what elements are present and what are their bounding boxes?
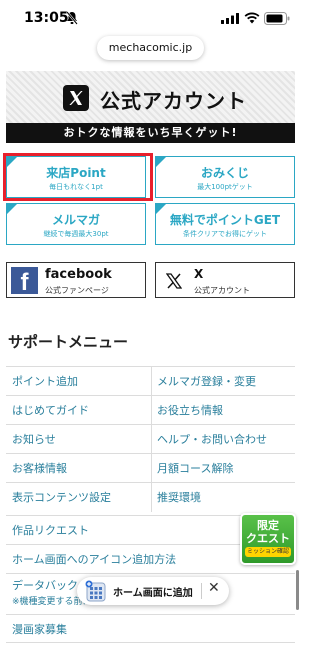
menu-row: ポイント追加 メルマガ登録・変更 [6,366,295,396]
add-to-home-toast[interactable]: ホーム画面に追加 ✕ [77,577,229,605]
divider [151,425,152,454]
url-bar[interactable]: mechacomic.jp [97,36,204,60]
menu-link-beginner-guide[interactable]: はじめてガイド [12,396,148,425]
menu-link-useful-info[interactable]: お役立ち情報 [157,396,293,425]
promo-mailmag-button[interactable]: メルマガ 継続で毎週最大30pt [6,203,146,245]
menu-link-recommended-env[interactable]: 推奨環境 [157,483,293,512]
promo-subtitle: 継続で毎週最大30pt [43,230,109,238]
x-logo-icon [166,273,182,289]
quest-mission-label: ミッション確認 [245,547,291,557]
status-time: 13:05 [24,10,69,26]
close-icon[interactable]: ✕ [208,580,220,596]
home-screen-app-icon [85,580,106,602]
support-menu-grid: ポイント追加 メルマガ登録・変更 はじめてガイド お役立ち情報 お知らせ ヘルプ… [6,366,295,512]
menu-row: はじめてガイド お役立ち情報 [6,395,295,425]
quest-line2: クエスト [246,532,290,545]
menu-row: 表示コンテンツ設定 推奨環境 [6,482,295,512]
menu-link-customer-info[interactable]: お客様情報 [12,454,148,483]
promo-title: メルマガ [51,213,100,227]
menu-row: お客様情報 月額コース解除 [6,453,295,483]
divider [151,483,152,512]
promo-subtitle: 条件クリアでお得にゲット [183,230,267,238]
divider [151,454,152,483]
x-account-banner[interactable]: 公式アカウント おトクな情報をいち早くゲット! [6,71,295,143]
wifi-icon [244,12,260,24]
promo-subtitle: 最大100ptゲット [197,183,253,191]
x-subtitle: 公式アカウント [194,286,250,295]
menu-link-mailmag-settings[interactable]: メルマガ登録・変更 [157,367,293,396]
cellular-signal-icon [221,13,239,24]
highlight-box [3,153,153,201]
promo-omikuji-button[interactable]: おみくじ 最大100ptゲット [155,156,295,198]
divider [201,583,202,599]
promo-title: おみくじ [200,166,249,180]
toast-text: ホーム画面に追加 [113,588,193,599]
menu-link-news[interactable]: お知らせ [12,425,148,454]
battery-icon [264,12,290,25]
divider [151,367,152,396]
promo-free-point-button[interactable]: 無料でポイントGET 条件クリアでお得にゲット [155,203,295,245]
x-account-link[interactable]: X 公式アカウント [155,262,295,298]
status-bar: 13:05 [0,0,301,40]
support-menu-heading: サポートメニュー [8,333,129,351]
banner-title: 公式アカウント [100,89,247,113]
promo-title: 無料でポイントGET [169,213,281,227]
menu-link-help-contact[interactable]: ヘルプ・お問い合わせ [157,425,293,454]
banner-subtitle: おトクな情報をいち早くゲット! [6,123,295,143]
menu-link-point-add[interactable]: ポイント追加 [12,367,148,396]
facebook-link[interactable]: f facebook 公式ファンページ [6,262,146,298]
limited-quest-badge[interactable]: 限定 クエスト ミッション確認 [240,513,296,565]
facebook-name: facebook [45,267,112,282]
facebook-icon: f [11,267,38,296]
menu-link-content-settings[interactable]: 表示コンテンツ設定 [12,483,148,512]
x-logo-icon [63,85,89,111]
bell-off-icon [66,11,78,25]
x-name: X [194,267,204,281]
quest-line1: 限定 [257,519,279,532]
facebook-subtitle: 公式ファンページ [45,286,109,295]
menu-row: お知らせ ヘルプ・お問い合わせ [6,424,295,454]
menu-link-cancel-subscription[interactable]: 月額コース解除 [157,454,293,483]
divider [151,396,152,425]
list-link-artist-recruit[interactable]: 漫画家募集 [6,614,295,643]
scrollbar-thumb[interactable] [296,570,299,610]
